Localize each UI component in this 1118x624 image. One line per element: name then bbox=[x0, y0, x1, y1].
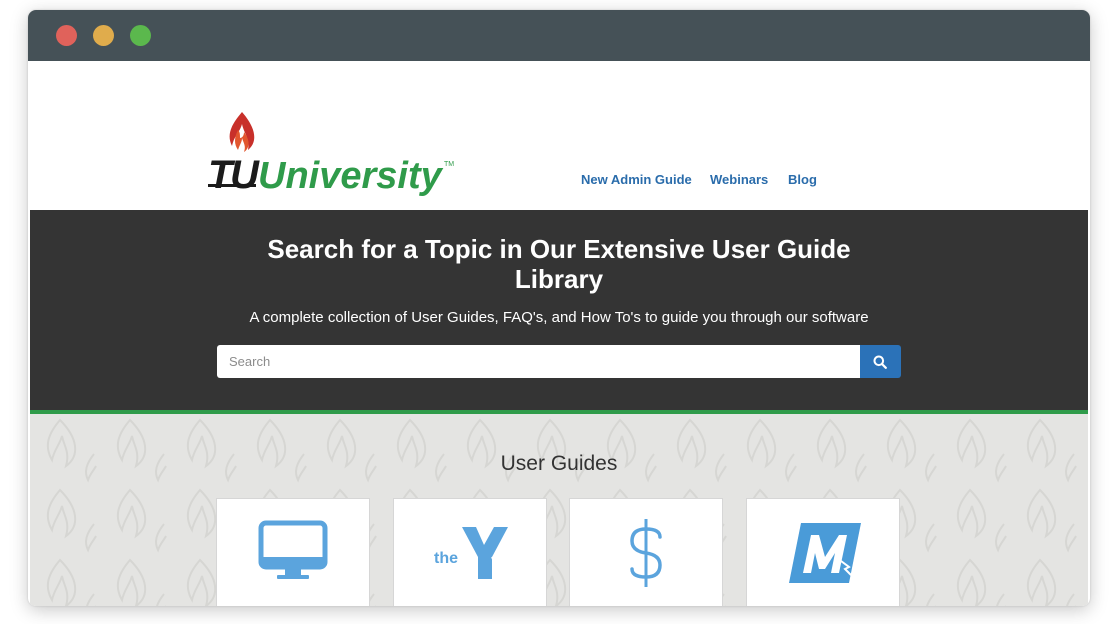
close-window-button[interactable] bbox=[56, 25, 77, 46]
tu-university-logo[interactable]: T U University TM bbox=[206, 104, 461, 199]
site-header: T U University TM New Admin Guide Webina… bbox=[30, 64, 1088, 210]
flame-pattern-background bbox=[30, 414, 1088, 606]
hero-subtitle: A complete collection of User Guides, FA… bbox=[249, 309, 869, 326]
guide-card-mobile-app[interactable] bbox=[746, 498, 900, 606]
m-logo-icon bbox=[789, 523, 861, 583]
dollar-icon bbox=[630, 519, 662, 587]
logo-text: University bbox=[258, 155, 444, 197]
user-guides-section: User Guides the bbox=[30, 414, 1088, 606]
maximize-window-button[interactable] bbox=[130, 25, 151, 46]
nav-link-webinars[interactable]: Webinars bbox=[710, 172, 768, 187]
search-button[interactable] bbox=[860, 345, 901, 378]
browser-titlebar bbox=[28, 10, 1090, 61]
guide-card-software[interactable] bbox=[216, 498, 370, 606]
nav-link-blog[interactable]: Blog bbox=[788, 172, 817, 187]
browser-window: T U University TM New Admin Guide Webina… bbox=[28, 10, 1090, 606]
svg-text:TM: TM bbox=[444, 161, 454, 168]
minimize-window-button[interactable] bbox=[93, 25, 114, 46]
guide-card-ymca[interactable]: the bbox=[393, 498, 547, 606]
user-guides-title: User Guides bbox=[500, 452, 618, 475]
hero-title: Search for a Topic in Our Extensive User… bbox=[267, 234, 851, 294]
ymca-logo-icon: the bbox=[434, 527, 508, 579]
flame-icon bbox=[229, 112, 255, 152]
search-icon bbox=[873, 355, 887, 369]
svg-text:the: the bbox=[434, 550, 458, 567]
search-hero: Search for a Topic in Our Extensive User… bbox=[30, 210, 1088, 414]
search-input[interactable] bbox=[217, 345, 860, 378]
nav-link-new-admin-guide[interactable]: New Admin Guide bbox=[581, 172, 692, 187]
guide-card-billing[interactable] bbox=[569, 498, 723, 606]
monitor-icon bbox=[258, 520, 328, 579]
svg-text:U: U bbox=[230, 153, 260, 197]
page-viewport: T U University TM New Admin Guide Webina… bbox=[30, 64, 1088, 606]
